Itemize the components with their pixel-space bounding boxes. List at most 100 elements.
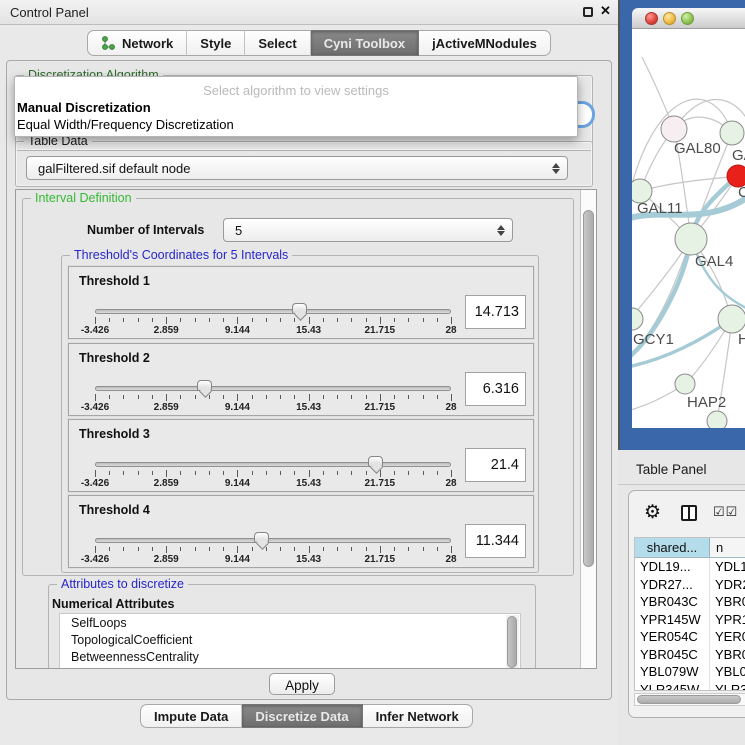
minimize-traffic-light-icon[interactable] xyxy=(663,12,676,25)
cyni-mode-tab-bar: Impute Data Discretize Data Infer Networ… xyxy=(140,704,473,728)
tab-impute-data[interactable]: Impute Data xyxy=(140,704,242,728)
thresholds-groupbox: Threshold's Coordinates for 5 Intervals … xyxy=(61,255,539,573)
column-header-shared[interactable]: shared... xyxy=(635,538,710,557)
gear-icon[interactable]: ⚙ xyxy=(644,501,661,524)
threshold-2-slider-thumb[interactable] xyxy=(197,380,212,391)
network-icon xyxy=(101,36,116,51)
tab-network-label: Network xyxy=(122,36,173,51)
threshold-1-slider[interactable]: -3.4262.859 9.14415.43 21.71528 xyxy=(95,307,451,337)
table-data-groupbox: Table Data galFiltered.sif default node xyxy=(15,141,593,187)
tab-jactivemnodules[interactable]: jActiveMNodules xyxy=(419,30,551,56)
combo-stepper-icon xyxy=(495,222,506,239)
tab-infer-network[interactable]: Infer Network xyxy=(363,704,473,728)
panel-scrollbar-thumb[interactable] xyxy=(583,210,594,567)
tab-discretize-data[interactable]: Discretize Data xyxy=(242,704,362,728)
table-row[interactable]: YBL079WYBL0 xyxy=(635,663,745,681)
node-top-right[interactable] xyxy=(720,121,744,145)
table-row[interactable]: YDR27...YDR2 xyxy=(635,576,745,594)
select-columns-icon[interactable]: ☑☑ xyxy=(713,504,738,520)
table-data-value: galFiltered.sif default node xyxy=(38,161,190,176)
menu-item-equal-width-frequency[interactable]: Equal Width/Frequency Discretization xyxy=(17,117,234,132)
threshold-4-panel: Threshold 4 -3.4262.859 9.14415.43 21.71… xyxy=(68,495,534,568)
tab-cyni-toolbox[interactable]: Cyni Toolbox xyxy=(311,30,419,56)
list-item[interactable]: TopologicalCoefficient xyxy=(60,631,520,648)
node-label: GCY1 xyxy=(633,331,674,348)
interval-definition-title: Interval Definition xyxy=(31,191,136,205)
node-gal80[interactable] xyxy=(661,116,687,142)
table-horizontal-scrollbar[interactable] xyxy=(634,693,745,706)
table-row[interactable]: YER054CYER0 xyxy=(635,628,745,646)
threshold-3-value-field[interactable]: 21.4 xyxy=(465,448,526,482)
algorithm-dropdown-popup: Select algorithm to view settings Manual… xyxy=(14,76,578,137)
node-bottom[interactable] xyxy=(707,411,727,428)
network-view-window: GAL80 GA GAL11 C GAL4 GCY1 H HAP2 xyxy=(620,0,745,450)
settings-scrollpane: Interval Definition Number of Intervals … xyxy=(15,189,597,669)
table-panel-title: Table Panel xyxy=(636,462,707,477)
table-panel-region: Table Panel ⚙ ☑☑ shared... n YDL19...YDL… xyxy=(618,450,745,745)
tab-network[interactable]: Network xyxy=(87,30,187,56)
float-window-icon[interactable] xyxy=(583,7,593,17)
panel-tab-bar: Network Style Select Cyni Toolbox jActiv… xyxy=(87,30,551,56)
number-of-intervals-label: Number of Intervals xyxy=(87,223,204,237)
number-of-intervals-combobox[interactable]: 5 xyxy=(223,218,513,242)
list-scrollbar[interactable] xyxy=(506,615,519,669)
control-panel-titlebar: Control Panel ✕ xyxy=(0,0,618,25)
attributes-title: Attributes to discretize xyxy=(57,577,188,591)
close-traffic-light-icon[interactable] xyxy=(645,12,658,25)
node-label: HAP2 xyxy=(687,394,726,411)
threshold-1-slider-thumb[interactable] xyxy=(292,303,307,314)
threshold-4-slider-thumb[interactable] xyxy=(254,532,269,543)
threshold-3-panel: Threshold 3 -3.4262.859 9.14415.43 21.71… xyxy=(68,419,534,492)
threshold-2-slider[interactable]: -3.4262.859 9.14415.43 21.71528 xyxy=(95,384,451,414)
thresholds-title: Threshold's Coordinates for 5 Intervals xyxy=(70,248,292,262)
threshold-3-slider[interactable]: -3.4262.859 9.14415.43 21.71528 xyxy=(95,460,451,490)
table-row[interactable]: YBR045CYBR0 xyxy=(635,646,745,664)
zoom-traffic-light-icon[interactable] xyxy=(681,12,694,25)
node-label: H xyxy=(738,331,745,348)
tab-select[interactable]: Select xyxy=(245,30,310,56)
combo-stepper-icon xyxy=(550,160,561,177)
panel-scrollbar[interactable] xyxy=(580,190,596,668)
node-label: GAL4 xyxy=(695,253,733,270)
network-canvas[interactable]: GAL80 GA GAL11 C GAL4 GCY1 H HAP2 xyxy=(632,29,745,428)
list-item[interactable]: SelfLoops xyxy=(60,614,520,631)
table-row[interactable]: YPR145WYPR1 xyxy=(635,611,745,629)
threshold-4-slider[interactable]: -3.4262.859 9.14415.43 21.71528 xyxy=(95,536,451,566)
threshold-2-value-field[interactable]: 6.316 xyxy=(465,372,526,406)
node-gcy1[interactable] xyxy=(632,308,643,330)
attributes-groupbox: Attributes to discretize Numerical Attri… xyxy=(48,584,536,669)
node-hap2[interactable] xyxy=(675,374,695,394)
threshold-2-panel: Threshold 2 -3.4262.859 9.14415.43 21.71… xyxy=(68,343,534,416)
node-label: C xyxy=(738,184,745,201)
algorithm-hint-item: Select algorithm to view settings xyxy=(15,83,577,98)
table-row[interactable]: YLR345WYLR3 xyxy=(635,681,745,692)
window-title: Control Panel xyxy=(10,5,89,20)
threshold-4-value-field[interactable]: 11.344 xyxy=(465,524,526,558)
menu-item-manual-discretization[interactable]: Manual Discretization xyxy=(17,100,151,115)
column-layout-icon[interactable] xyxy=(681,505,697,521)
node-label: GAL80 xyxy=(674,140,721,157)
numerical-attributes-label: Numerical Attributes xyxy=(52,597,174,611)
number-of-intervals-value: 5 xyxy=(235,223,242,238)
node-label: GAL11 xyxy=(637,200,683,217)
list-item[interactable]: BetweennessCentrality xyxy=(60,648,520,665)
network-graph: GAL80 GA GAL11 C GAL4 GCY1 H HAP2 xyxy=(632,29,745,428)
table-row[interactable]: YBR043CYBR0 xyxy=(635,593,745,611)
threshold-3-slider-thumb[interactable] xyxy=(368,456,383,467)
table-row[interactable]: YDL19...YDL1 xyxy=(635,558,745,576)
threshold-1-panel: Threshold 1 -3.4262.859 9.14415.43 21.71… xyxy=(68,266,534,339)
apply-button[interactable]: Apply xyxy=(269,673,335,695)
tab-style[interactable]: Style xyxy=(187,30,245,56)
node-gal4[interactable] xyxy=(675,223,707,255)
table-panel-header: Table Panel xyxy=(618,455,745,485)
numerical-attributes-list[interactable]: SelfLoops TopologicalCoefficient Between… xyxy=(59,613,521,669)
node-h[interactable] xyxy=(718,305,745,333)
threshold-1-value-field[interactable]: 14.713 xyxy=(465,295,526,329)
table-data-combobox[interactable]: galFiltered.sif default node xyxy=(26,156,568,180)
node-label: GA xyxy=(732,147,745,164)
column-header-name[interactable]: n xyxy=(710,538,745,557)
close-icon[interactable]: ✕ xyxy=(600,3,611,19)
table-panel-box: ⚙ ☑☑ shared... n YDL19...YDL1 YDR27...YD… xyxy=(628,490,745,718)
network-window-titlebar xyxy=(632,8,745,29)
interval-definition-groupbox: Interval Definition Number of Intervals … xyxy=(22,198,574,576)
